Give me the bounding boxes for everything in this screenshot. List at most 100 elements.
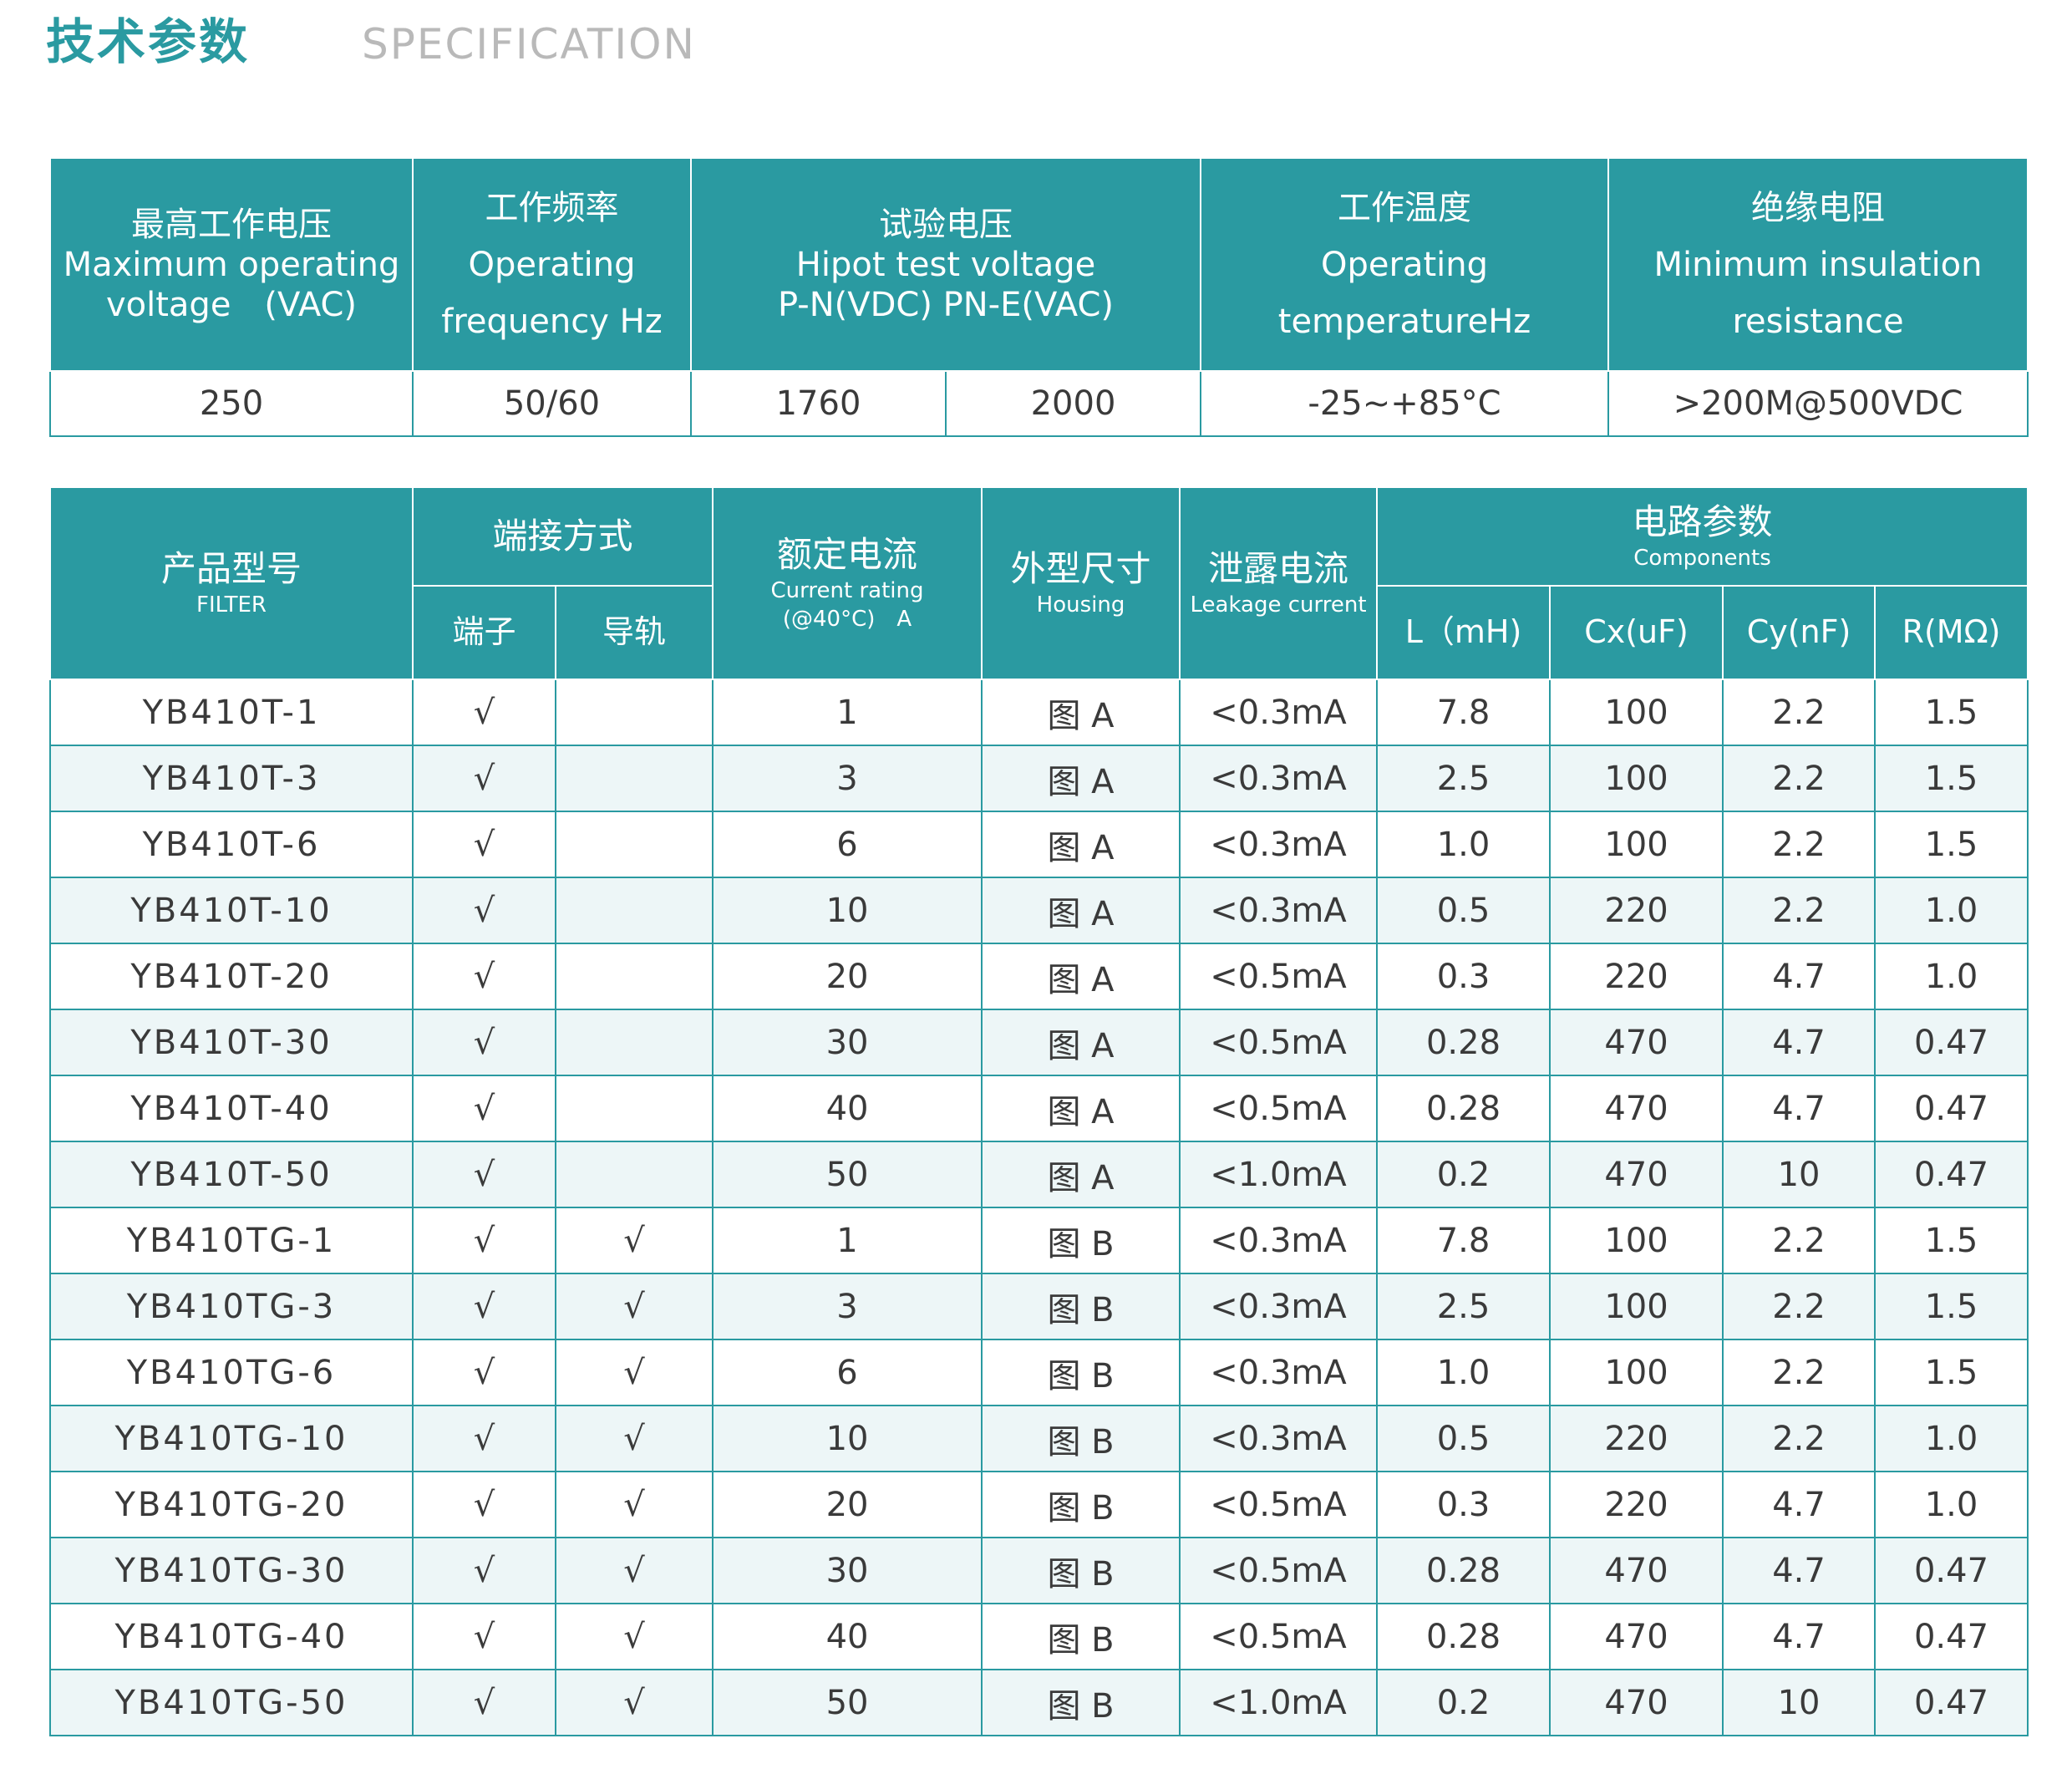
table-row: YB410T-50 √ 50 图 A <1.0mA 0.2 470 10 0.47 [49, 1141, 2029, 1208]
header-housing: 外型尺寸 Housing [981, 486, 1181, 680]
current-cell: 40 [712, 1075, 983, 1142]
cy-cell: 2.2 [1722, 877, 1876, 944]
table-row: YB410TG-10 √ √ 10 图 B <0.3mA 0.5 220 2.2 1.0 [49, 1405, 2029, 1472]
model-cell: YB410T-50 [49, 1141, 414, 1208]
inductance-cell: 0.5 [1376, 1405, 1551, 1472]
table-row: YB410T-6 √ 6 图 A <0.3mA 1.0 100 2.2 1.5 [49, 811, 2029, 878]
cy-cell: 2.2 [1722, 1273, 1876, 1340]
cx-cell: 100 [1549, 1207, 1724, 1274]
header-resistance: R(MΩ) [1874, 585, 2029, 680]
value-insulation: >200M@500VDC [1607, 370, 2029, 437]
table-row: YB410TG-40 √ √ 40 图 B <0.5mA 0.28 470 4.7 0.47 [49, 1603, 2029, 1670]
housing-cell: 图 A [981, 1009, 1181, 1076]
header-cy: Cy(nF) [1722, 585, 1876, 680]
model-cell: YB410TG-40 [49, 1603, 414, 1670]
leakage-cell: <0.3mA [1179, 1405, 1379, 1472]
spec-values-row: 250 50/60 1760 2000 -25~+85°C >200M@500V… [49, 370, 2029, 437]
cy-cell: 2.2 [1722, 745, 1876, 812]
rail-cell: √ [554, 1405, 714, 1472]
inductance-cell: 0.3 [1376, 1471, 1551, 1538]
model-cell: YB410TG-1 [49, 1207, 414, 1274]
header-model: 产品型号 FILTER [49, 486, 414, 680]
housing-cell: 图 A [981, 811, 1181, 878]
current-cell: 30 [712, 1537, 983, 1604]
table-row: YB410TG-30 √ √ 30 图 B <0.5mA 0.28 470 4.7 0.47 [49, 1537, 2029, 1604]
header-current: 额定电流 Current rating (@40°C) A [712, 486, 983, 680]
inductance-cell: 1.0 [1376, 811, 1551, 878]
housing-cell: 图 B [981, 1273, 1181, 1340]
terminal-cell: √ [412, 1471, 556, 1538]
terminal-cell: √ [412, 1339, 556, 1406]
inductance-cell: 0.3 [1376, 943, 1551, 1010]
leakage-cell: <0.5mA [1179, 943, 1379, 1010]
terminal-cell: √ [412, 1075, 556, 1142]
cx-cell: 220 [1549, 1405, 1724, 1472]
rail-cell [554, 943, 714, 1010]
model-cell: YB410T-6 [49, 811, 414, 878]
table-row: YB410T-40 √ 40 图 A <0.5mA 0.28 470 4.7 0.47 [49, 1075, 2029, 1142]
cx-cell: 470 [1549, 1075, 1724, 1142]
header-inductance: L（mH) [1376, 585, 1551, 680]
rail-cell: √ [554, 1603, 714, 1670]
cy-cell: 4.7 [1722, 1075, 1876, 1142]
cy-cell: 4.7 [1722, 1537, 1876, 1604]
rail-cell [554, 811, 714, 878]
page-title: 技术参数 [46, 13, 251, 70]
housing-cell: 图 B [981, 1207, 1181, 1274]
leakage-cell: <0.3mA [1179, 1207, 1379, 1274]
current-cell: 40 [712, 1603, 983, 1670]
model-cell: YB410T-20 [49, 943, 414, 1010]
cx-cell: 100 [1549, 679, 1724, 746]
leakage-cell: <0.3mA [1179, 811, 1379, 878]
cx-cell: 100 [1549, 1273, 1724, 1340]
leakage-cell: <0.5mA [1179, 1075, 1379, 1142]
model-cell: YB410TG-50 [49, 1669, 414, 1736]
model-cell: YB410T-40 [49, 1075, 414, 1142]
model-cell: YB410T-30 [49, 1009, 414, 1076]
model-cell: YB410TG-6 [49, 1339, 414, 1406]
current-cell: 6 [712, 1339, 983, 1406]
terminal-cell: √ [412, 877, 556, 944]
current-cell: 10 [712, 1405, 983, 1472]
inductance-cell: 0.2 [1376, 1669, 1551, 1736]
cx-cell: 220 [1549, 1471, 1724, 1538]
current-cell: 20 [712, 943, 983, 1010]
model-cell: YB410T-1 [49, 679, 414, 746]
header-circuit: 电路参数 Components [1376, 486, 2029, 587]
current-cell: 50 [712, 1141, 983, 1208]
cy-cell: 10 [1722, 1669, 1876, 1736]
current-cell: 6 [712, 811, 983, 878]
cy-cell: 2.2 [1722, 811, 1876, 878]
rail-cell: √ [554, 1273, 714, 1340]
cx-cell: 470 [1549, 1603, 1724, 1670]
cy-cell: 2.2 [1722, 1207, 1876, 1274]
page-header: 技术参数 SPECIFICATION [46, 0, 2034, 84]
terminal-cell: √ [412, 1141, 556, 1208]
terminal-cell: √ [412, 1669, 556, 1736]
rail-cell [554, 1141, 714, 1208]
resistance-cell: 0.47 [1874, 1009, 2029, 1076]
housing-cell: 图 B [981, 1471, 1181, 1538]
header-cx: Cx(uF) [1549, 585, 1724, 680]
current-cell: 3 [712, 1273, 983, 1340]
header-hipot-pn: P-N(VDC) [778, 285, 932, 324]
resistance-cell: 1.0 [1874, 1405, 2029, 1472]
cy-cell: 4.7 [1722, 1471, 1876, 1538]
rail-cell: √ [554, 1537, 714, 1604]
model-cell: YB410TG-20 [49, 1471, 414, 1538]
current-cell: 10 [712, 877, 983, 944]
inductance-cell: 2.5 [1376, 1273, 1551, 1340]
cy-cell: 2.2 [1722, 1339, 1876, 1406]
terminal-cell: √ [412, 943, 556, 1010]
cy-cell: 4.7 [1722, 943, 1876, 1010]
header-leakage: 泄露电流 Leakage current [1179, 486, 1379, 680]
inductance-cell: 0.28 [1376, 1075, 1551, 1142]
header-max-voltage: 最高工作电压 Maximum operating voltage (VAC) [49, 157, 414, 372]
resistance-cell: 0.47 [1874, 1537, 2029, 1604]
spec-table: 最高工作电压 Maximum operating voltage (VAC) 工… [49, 157, 2029, 437]
current-cell: 3 [712, 745, 983, 812]
terminal-cell: √ [412, 1405, 556, 1472]
current-cell: 50 [712, 1669, 983, 1736]
header-hipot: 试验电压 Hipot test voltage P-N(VDC) PN-E(VA… [689, 157, 1202, 372]
resistance-cell: 1.0 [1874, 877, 2029, 944]
